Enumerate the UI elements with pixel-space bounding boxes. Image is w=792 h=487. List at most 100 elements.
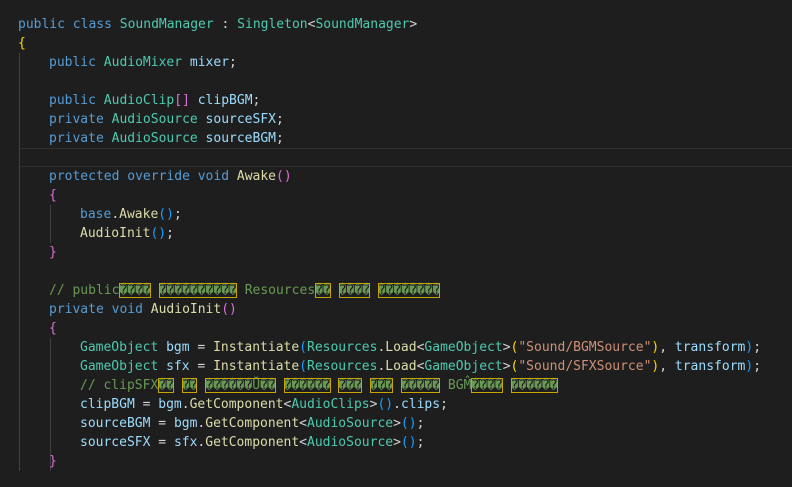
code-token: sourceBGM [80, 416, 151, 431]
comment-token: ���̂� [338, 283, 370, 298]
code-line[interactable]: public AudioMixer mixer; [18, 53, 792, 72]
comment-token: ���� [119, 283, 151, 298]
code-line[interactable]: // public���� ���������� Resources�� ���… [18, 281, 792, 300]
code-token: ) [745, 340, 754, 355]
code-token: AudioClips [291, 397, 370, 412]
comment-token [331, 283, 339, 298]
code-token: GetComponent [205, 435, 300, 450]
comment-token: ������Ŭ�� [205, 378, 276, 393]
comment-token [503, 378, 511, 393]
comment-token: �� [181, 378, 198, 393]
comment-token [151, 283, 159, 298]
code-token: public [18, 17, 65, 32]
code-line[interactable]: GameObject sfx = Instantiate(Resources.L… [18, 357, 792, 376]
code-token: AudioSource [111, 112, 198, 127]
code-token: ; [416, 435, 425, 450]
code-line[interactable]: sourceSFX = sfx.GetComponent<AudioSource… [18, 433, 792, 452]
code-token: sourceBGM [205, 131, 276, 146]
code-token: GetComponent [189, 397, 284, 412]
code-token: = [189, 359, 214, 374]
code-token: class [72, 17, 112, 32]
code-line[interactable]: } [18, 243, 792, 262]
code-line[interactable]: private void AudioInit() [18, 300, 792, 319]
code-token: { [49, 188, 57, 203]
code-line[interactable]: base.Awake(); [18, 205, 792, 224]
code-token: AudioSource [307, 435, 394, 450]
code-token: () [400, 435, 417, 450]
code-token: Singleton [237, 17, 308, 32]
code-token: Resources [307, 340, 378, 355]
code-line[interactable]: { [18, 319, 792, 338]
code-token: GameObject [80, 340, 159, 355]
code-token: [] [174, 93, 190, 108]
code-line[interactable] [18, 148, 792, 167]
code-line[interactable]: public class SoundManager : Singleton<So… [18, 15, 792, 34]
code-token: mixer [189, 55, 230, 70]
code-editor[interactable]: public class SoundManager : Singleton < So… [0, 0, 792, 487]
code-token: private [49, 131, 104, 146]
code-token: void [197, 169, 230, 184]
code-token: base [80, 207, 112, 222]
code-token: sourceSFX [80, 435, 151, 450]
code-line[interactable]: { [18, 186, 792, 205]
code-token: { [49, 321, 57, 336]
comment-token: ̂���� [471, 378, 503, 393]
code-line[interactable]: { [18, 34, 792, 53]
code-token: > [393, 416, 401, 431]
code-token: clipBGM [197, 93, 253, 108]
code-line[interactable]: } [18, 452, 792, 471]
code-token: < [299, 416, 307, 431]
code-line[interactable]: AudioInit(); [18, 224, 792, 243]
code-token: AudioSource [307, 416, 394, 431]
code-token: . [393, 397, 401, 412]
comment-token [276, 378, 284, 393]
code-token: sourceSFX [205, 112, 276, 127]
code-token: Awake [119, 207, 159, 222]
code-token: GameObject [424, 359, 503, 374]
code-token: } [49, 454, 57, 469]
code-token: bgm [166, 340, 190, 355]
code-line[interactable]: GameObject bgm = Instantiate(Resources.L… [18, 338, 792, 357]
comment-token: �� [315, 283, 331, 298]
code-line[interactable]: clipBGM = bgm.GetComponent<AudioClips>()… [18, 395, 792, 414]
code-token: = [150, 416, 174, 431]
code-line[interactable] [18, 72, 792, 91]
code-token: > [502, 359, 511, 374]
code-token: SoundManager [119, 17, 214, 32]
comment-token: ���������� [158, 283, 237, 298]
code-token: AudioMixer [103, 55, 183, 70]
code-token: ; [276, 112, 284, 127]
code-token: GameObject [80, 359, 159, 374]
code-token: , [659, 359, 675, 374]
code-token: ; [276, 131, 284, 146]
code-token: ; [440, 397, 448, 412]
code-token: ; [753, 359, 762, 374]
code-token: bgm [158, 397, 182, 412]
comment-token: ����� [400, 378, 441, 393]
code-token: transform [674, 359, 746, 374]
code-line[interactable]: private AudioSource sourceSFX; [18, 110, 792, 129]
code-line[interactable]: // clipSFX�� �� ������Ŭ�� ̃������ ��� ��… [18, 376, 792, 395]
code-token: GetComponent [205, 416, 300, 431]
code-token: ; [753, 340, 762, 355]
code-token: = [189, 340, 214, 355]
code-line[interactable]: public AudioClip[] clipBGM; [18, 91, 792, 110]
code-line[interactable]: protected override void Awake() [18, 167, 792, 186]
code-line[interactable]: sourceBGM = bgm.GetComponent<AudioSource… [18, 414, 792, 433]
code-line[interactable] [18, 262, 792, 281]
code-token: Load [385, 340, 417, 355]
code-token: AudioSource [111, 131, 198, 146]
comment-token [393, 378, 401, 393]
code-line[interactable]: private AudioSource sourceBGM; [18, 129, 792, 148]
code-token: private [49, 302, 104, 317]
